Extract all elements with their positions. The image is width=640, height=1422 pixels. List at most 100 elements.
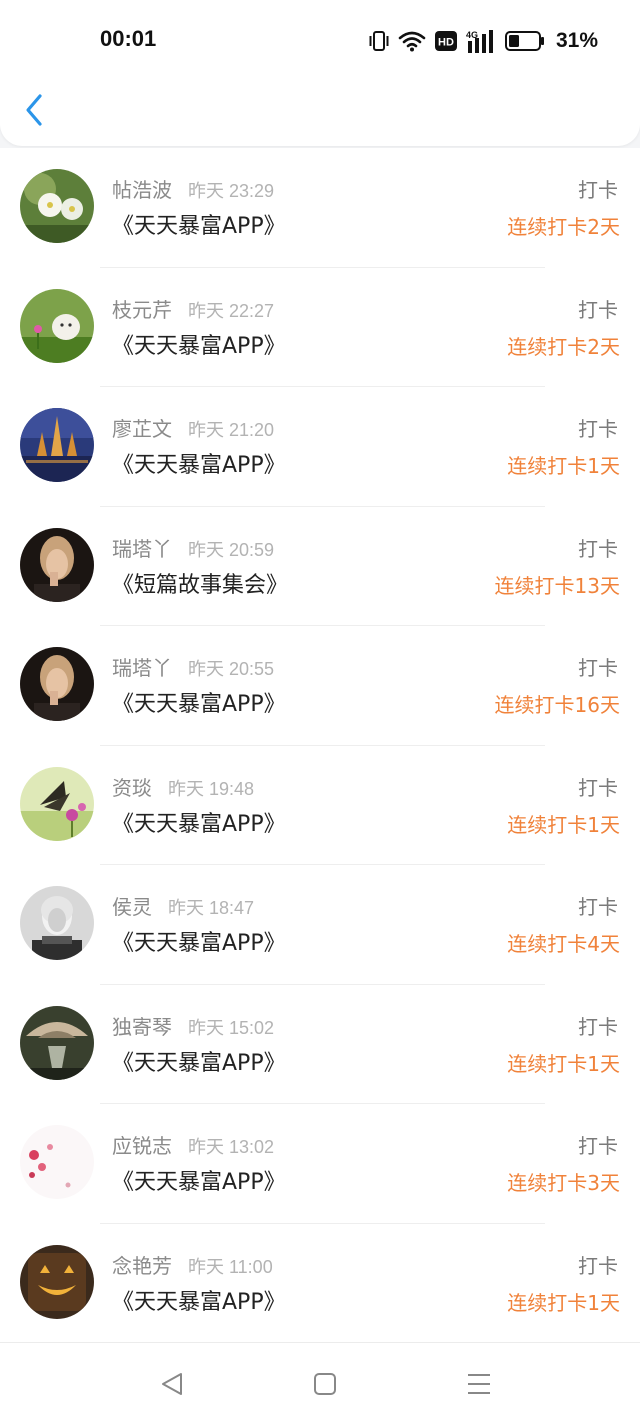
checkin-list: 帖浩波 昨天 23:29 《天天暴富APP》 打卡 连续打卡2天 枝元芹 昨天 22… [0, 148, 640, 1342]
streak-badge: 连续打卡13天 [494, 573, 620, 598]
signal-icon: 4G [466, 29, 496, 53]
avatar[interactable] [20, 169, 94, 243]
avatar[interactable] [20, 1005, 94, 1080]
checkin-time: 昨天 23:29 [188, 181, 275, 201]
avatar[interactable] [20, 886, 94, 960]
list-item[interactable]: 资琰 昨天 19:48 《天天暴富APP》 打卡 连续打卡1天 [0, 746, 640, 865]
checkin-label: 打卡 [578, 536, 618, 561]
user-name: 瑞塔丫 昨天 20:59 [112, 533, 274, 562]
battery-percent: 31% [555, 29, 598, 52]
checkin-label: 打卡 [578, 178, 618, 202]
book-title[interactable]: 《天天暴富APP》 [112, 208, 286, 240]
user-name: 枝元芹 昨天 22:27 [112, 294, 274, 323]
checkin-label: 打卡 [578, 1014, 618, 1039]
checkin-label: 打卡 [578, 417, 618, 441]
list-item[interactable]: 瑞塔丫 昨天 20:59 《短篇故事集会》 打卡 连续打卡13天 [0, 507, 640, 626]
list-item[interactable]: 侯灵 昨天 18:47 《天天暴富APP》 打卡 连续打卡4天 [0, 865, 640, 985]
avatar[interactable] [20, 1125, 94, 1199]
checkin-time: 昨天 20:59 [188, 539, 275, 560]
streak-badge: 连续打卡1天 [507, 1290, 620, 1315]
nav-back-button[interactable] [157, 1369, 187, 1399]
status-bar: 00:01 HD 4G 31% [0, 0, 640, 80]
list-item[interactable]: 枝元芹 昨天 22:27 《天天暴富APP》 打卡 连续打卡2天 [0, 268, 640, 387]
home-square-icon [314, 1373, 336, 1395]
list-item[interactable]: 廖芷文 昨天 21:20 《天天暴富APP》 打卡 连续打卡1天 [0, 387, 640, 507]
list-item[interactable]: 独寄琴 昨天 15:02 《天天暴富APP》 打卡 连续打卡1天 [0, 985, 640, 1104]
streak-badge: 连续打卡1天 [507, 1051, 620, 1076]
wifi-icon [398, 30, 426, 52]
chevron-left-icon [26, 94, 42, 126]
list-item[interactable]: 应锐志 昨天 13:02 《天天暴富APP》 打卡 连续打卡3天 [0, 1104, 640, 1224]
avatar[interactable] [20, 1244, 94, 1319]
user-name: 瑞塔丫 昨天 20:55 [112, 652, 274, 681]
avatar[interactable] [20, 647, 94, 721]
system-nav-bar [0, 1342, 640, 1422]
user-name: 廖芷文 昨天 21:20 [112, 413, 274, 442]
user-name-text: 独寄琴 [112, 1014, 172, 1039]
checkin-label: 打卡 [578, 1134, 618, 1158]
hd-label: HD [438, 37, 454, 49]
avatar[interactable] [20, 288, 94, 363]
status-icons: HD 4G 31% [369, 26, 598, 56]
user-name: 念艳芳 昨天 11:00 [112, 1250, 273, 1279]
user-name-text: 枝元芹 [112, 297, 172, 322]
book-title[interactable]: 《天天暴富APP》 [112, 686, 286, 718]
streak-badge: 连续打卡2天 [507, 215, 620, 239]
book-title[interactable]: 《短篇故事集会》 [112, 567, 288, 599]
checkin-time: 昨天 19:48 [168, 778, 255, 799]
checkin-time: 昨天 18:47 [168, 898, 255, 918]
avatar[interactable] [20, 408, 94, 482]
streak-badge: 连续打卡16天 [494, 693, 620, 717]
user-name: 资琰 昨天 19:48 [112, 772, 254, 801]
book-title[interactable]: 《天天暴富APP》 [112, 925, 286, 957]
streak-badge: 连续打卡1天 [507, 812, 620, 837]
checkin-time: 昨天 15:02 [188, 1017, 275, 1038]
user-name: 独寄琴 昨天 15:02 [112, 1011, 274, 1040]
streak-badge: 连续打卡1天 [507, 454, 620, 478]
avatar[interactable] [20, 527, 94, 602]
list-item[interactable]: 念艳芳 昨天 11:00 《天天暴富APP》 打卡 连续打卡1天 [0, 1224, 640, 1344]
checkin-time: 昨天 11:00 [188, 1256, 273, 1277]
user-name-text: 廖芷文 [112, 417, 172, 441]
checkin-label: 打卡 [578, 656, 618, 680]
list-item[interactable]: 瑞塔丫 昨天 20:55 《天天暴富APP》 打卡 连续打卡16天 [0, 626, 640, 746]
checkin-label: 打卡 [578, 1253, 618, 1278]
checkin-label: 打卡 [578, 297, 618, 322]
streak-badge: 连续打卡2天 [507, 334, 620, 359]
book-title[interactable]: 《天天暴富APP》 [112, 1045, 286, 1077]
nav-menu-button[interactable] [464, 1369, 494, 1399]
checkin-time: 昨天 21:20 [188, 420, 275, 440]
book-title[interactable]: 《天天暴富APP》 [112, 1284, 286, 1316]
back-triangle-icon [162, 1373, 182, 1395]
hd-icon: HD [434, 31, 457, 51]
menu-lines-icon [468, 1374, 490, 1394]
battery-icon [504, 31, 545, 51]
checkin-time: 昨天 20:55 [188, 659, 275, 679]
top-header: 00:01 HD 4G 31% [0, 0, 640, 146]
user-name-text: 资琰 [112, 775, 152, 800]
status-time: 00:01 [100, 26, 157, 51]
user-name: 应锐志 昨天 13:02 [112, 1130, 274, 1159]
user-name: 侯灵 昨天 18:47 [112, 891, 254, 920]
book-title[interactable]: 《天天暴富APP》 [112, 806, 286, 838]
streak-badge: 连续打卡3天 [507, 1171, 620, 1195]
checkin-label: 打卡 [578, 775, 618, 800]
user-name-text: 帖浩波 [112, 178, 172, 202]
book-title[interactable]: 《天天暴富APP》 [112, 447, 286, 479]
book-title[interactable]: 《天天暴富APP》 [112, 1164, 286, 1196]
list-item[interactable]: 帖浩波 昨天 23:29 《天天暴富APP》 打卡 连续打卡2天 [0, 148, 640, 268]
user-name-text: 应锐志 [112, 1134, 172, 1158]
checkin-time: 昨天 22:27 [188, 300, 275, 321]
user-name-text: 念艳芳 [112, 1253, 172, 1278]
book-title[interactable]: 《天天暴富APP》 [112, 328, 286, 360]
vibrate-icon [369, 30, 389, 52]
avatar[interactable] [20, 766, 94, 841]
streak-badge: 连续打卡4天 [507, 932, 620, 956]
checkin-time: 昨天 13:02 [188, 1137, 275, 1157]
nav-home-button[interactable] [310, 1369, 340, 1399]
user-name-text: 侯灵 [112, 895, 152, 919]
back-button[interactable] [18, 90, 54, 130]
user-name-text: 瑞塔丫 [112, 536, 172, 561]
checkin-label: 打卡 [578, 895, 618, 919]
user-name: 帖浩波 昨天 23:29 [112, 174, 274, 203]
